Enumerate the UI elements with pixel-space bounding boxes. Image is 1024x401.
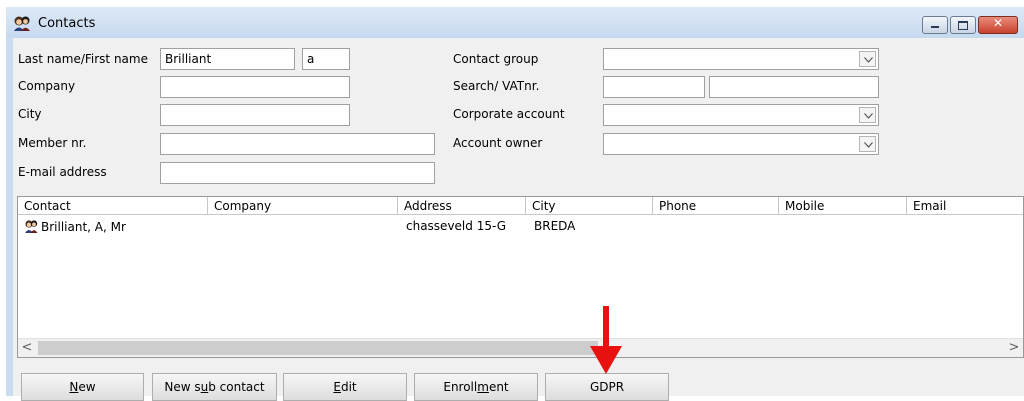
row-email-cell bbox=[911, 217, 1023, 235]
minimize-button[interactable] bbox=[922, 16, 948, 34]
row-company-cell bbox=[210, 217, 396, 235]
row-contact-cell: Brilliant, A, Mr bbox=[20, 217, 208, 235]
maximize-icon bbox=[958, 21, 968, 30]
edit-button[interactable]: Edit bbox=[283, 373, 407, 401]
email-label: E-mail address bbox=[18, 165, 107, 179]
contacts-window: Contacts ✕ Last name/First name Brillian… bbox=[6, 7, 1024, 401]
window-title: Contacts bbox=[38, 16, 96, 31]
row-contact-text: Brilliant, A, Mr bbox=[41, 220, 126, 234]
corporate-account-label: Corporate account bbox=[453, 107, 565, 121]
enrollment-button[interactable]: Enrollment bbox=[414, 373, 538, 401]
city-input[interactable] bbox=[160, 104, 350, 126]
scrollbar-thumb[interactable] bbox=[38, 341, 598, 355]
first-name-input[interactable]: a bbox=[302, 48, 350, 70]
row-phone-cell bbox=[657, 217, 779, 235]
account-owner-select[interactable] bbox=[603, 133, 879, 155]
row-address-cell: chasseveld 15-G bbox=[406, 219, 507, 233]
column-header-mobile[interactable]: Mobile bbox=[779, 197, 907, 215]
row-mobile-cell bbox=[783, 217, 907, 235]
edit-label-accelerator: E bbox=[333, 380, 341, 394]
email-input[interactable] bbox=[160, 162, 435, 184]
enrollment-label-accelerator: m bbox=[477, 380, 489, 394]
contact-group-dropdown-arrow[interactable] bbox=[859, 51, 876, 67]
column-header-phone[interactable]: Phone bbox=[653, 197, 779, 215]
column-header-company[interactable]: Company bbox=[208, 197, 398, 215]
account-owner-label: Account owner bbox=[453, 136, 543, 150]
column-header-address[interactable]: Address bbox=[398, 197, 526, 215]
maximize-button[interactable] bbox=[950, 16, 976, 34]
edit-label-post: dit bbox=[340, 380, 357, 394]
annotation-arrow-icon bbox=[590, 306, 622, 374]
vat-input[interactable] bbox=[709, 76, 879, 98]
account-owner-dropdown-arrow[interactable] bbox=[859, 136, 876, 152]
row-city-cell: BREDA bbox=[534, 219, 576, 233]
contacts-app-icon bbox=[14, 16, 30, 31]
corporate-account-dropdown-arrow[interactable] bbox=[859, 107, 876, 123]
contacts-results-grid[interactable]: Contact Company Address City Phone Mobil… bbox=[17, 196, 1024, 358]
contact-group-label: Contact group bbox=[453, 52, 539, 66]
chevron-down-icon bbox=[864, 57, 873, 63]
enrollment-label-pre: Enroll bbox=[443, 380, 478, 394]
company-input[interactable] bbox=[160, 76, 350, 98]
column-header-contact[interactable]: Contact bbox=[18, 197, 208, 215]
last-first-name-label: Last name/First name bbox=[18, 52, 148, 66]
corporate-account-select[interactable] bbox=[603, 104, 879, 126]
member-nr-input[interactable] bbox=[160, 133, 435, 155]
horizontal-scrollbar[interactable]: < > bbox=[18, 338, 1023, 357]
client-area: Last name/First name Brilliant a Company… bbox=[13, 38, 1024, 401]
new-button[interactable]: New bbox=[21, 373, 144, 401]
enrollment-label-post: ent bbox=[488, 380, 509, 394]
sub-contact-label-post: b contact bbox=[208, 380, 265, 394]
search-vat-label: Search/ VATnr. bbox=[453, 79, 540, 93]
scroll-left-icon[interactable]: < bbox=[18, 339, 36, 357]
last-name-input[interactable]: Brilliant bbox=[160, 48, 295, 70]
close-icon: ✕ bbox=[992, 16, 1004, 30]
member-nr-label: Member nr. bbox=[18, 136, 87, 150]
new-label-post: ew bbox=[78, 380, 96, 394]
scroll-right-icon[interactable]: > bbox=[1005, 339, 1023, 357]
company-label: Company bbox=[18, 79, 76, 93]
column-header-city[interactable]: City bbox=[526, 197, 653, 215]
column-header-email[interactable]: Email bbox=[907, 197, 1023, 215]
gdpr-button[interactable]: GDPR bbox=[545, 373, 669, 401]
new-sub-contact-button[interactable]: New sub contact bbox=[152, 373, 277, 401]
title-bar[interactable]: Contacts ✕ bbox=[6, 7, 1024, 38]
chevron-down-icon bbox=[864, 142, 873, 148]
minimize-icon bbox=[931, 26, 939, 28]
window-controls: ✕ bbox=[920, 16, 1018, 34]
search-input[interactable] bbox=[603, 76, 705, 98]
city-label: City bbox=[18, 107, 42, 121]
close-button[interactable]: ✕ bbox=[978, 16, 1018, 34]
person-icon bbox=[25, 220, 38, 233]
contact-group-select[interactable] bbox=[603, 48, 879, 70]
chevron-down-icon bbox=[864, 113, 873, 119]
sub-contact-label-pre: New s bbox=[164, 380, 201, 394]
